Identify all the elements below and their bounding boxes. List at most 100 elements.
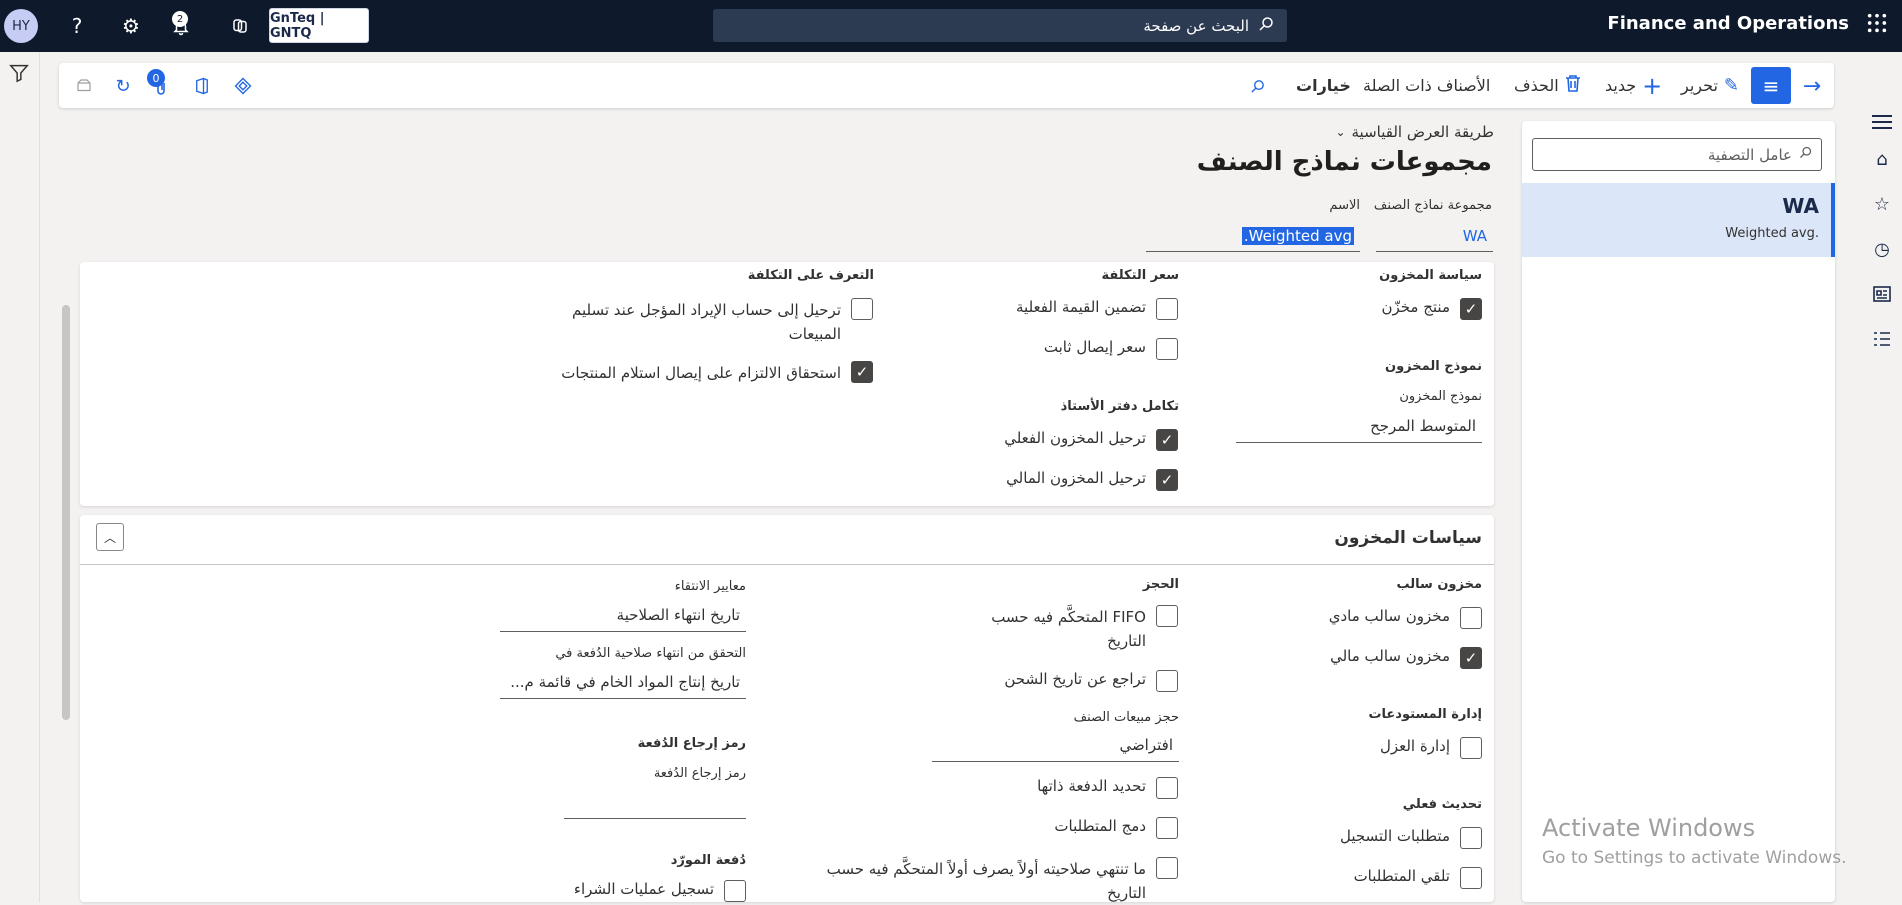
quarantine-checkbox[interactable] <box>1460 737 1482 759</box>
home-icon[interactable]: ⌂ <box>1867 144 1897 174</box>
batch-expiry-check-label: التحقق من انتهاء صلاحية الدُفعة في <box>555 646 746 661</box>
post-deferred-checkbox[interactable] <box>851 298 873 320</box>
modules-list-icon[interactable] <box>1867 324 1897 354</box>
notification-count-badge: 2 <box>172 11 188 27</box>
post-physical-row[interactable]: ✓ ترحيل المخزون الفعلي <box>1004 429 1178 451</box>
new-button[interactable]: جديد + <box>1605 63 1662 108</box>
delete-label: الحذف <box>1514 76 1559 95</box>
collapse-section-button[interactable]: ︿ <box>96 523 124 551</box>
neg-physical-checkbox[interactable] <box>1460 607 1482 629</box>
fifo-date-row[interactable]: FIFO المتحكَّم فيه حسب التاريخ <box>968 605 1178 653</box>
edit-button[interactable]: تحرير ✎ <box>1681 63 1739 108</box>
section-divider <box>80 564 1494 565</box>
registration-req-checkbox[interactable] <box>1460 827 1482 849</box>
user-avatar[interactable]: HY <box>4 9 38 43</box>
arrow-right-icon[interactable]: → <box>1797 71 1827 101</box>
merge-req-checkbox[interactable] <box>1156 817 1178 839</box>
hamburger-icon[interactable] <box>1867 107 1897 137</box>
registration-req-row[interactable]: متطلبات التسجيل <box>1340 827 1482 849</box>
inventory-model-label: نموذج المخزون <box>1399 389 1482 404</box>
neg-physical-row[interactable]: مخزون سالب مادي <box>1329 607 1482 629</box>
stocked-product-row[interactable]: ✓ منتج مخزّن <box>1381 298 1482 320</box>
post-physical-label: ترحيل المخزون الفعلي <box>1004 429 1146 447</box>
fifo-date-checkbox[interactable] <box>1156 605 1178 627</box>
fixed-receipt-row[interactable]: سعر إيصال ثابت <box>1044 338 1178 360</box>
accrue-liability-checkbox[interactable]: ✓ <box>851 361 873 383</box>
related-items-button[interactable]: الأصناف ذات الصلة <box>1363 63 1490 108</box>
fixed-receipt-checkbox[interactable] <box>1156 338 1178 360</box>
action-search-icon[interactable] <box>1242 71 1272 101</box>
help-icon[interactable]: ? <box>62 11 92 41</box>
copilot-icon[interactable] <box>225 11 255 41</box>
clock-icon[interactable]: ◷ <box>1867 234 1897 264</box>
selection-criteria-field[interactable]: تاريخ انتهاء الصلاحية <box>500 602 746 632</box>
list-item[interactable]: WA Weighted avg. <box>1522 183 1835 257</box>
options-tab[interactable]: خيارات <box>1296 63 1351 108</box>
delete-button[interactable]: الحذف <box>1514 63 1581 108</box>
merge-req-row[interactable]: دمج المتطلبات <box>1054 817 1178 839</box>
page-search-input[interactable]: البحث عن صفحة <box>713 9 1287 42</box>
include-physical-row[interactable]: تضمين القيمة الفعلية <box>1016 298 1178 320</box>
cost-recognition-heading: التعرف على التكلفة <box>747 268 874 283</box>
registration-req-label: متطلبات التسجيل <box>1339 827 1450 845</box>
view-label: طريقة العرض القياسية <box>1351 123 1495 141</box>
power-apps-icon[interactable] <box>228 71 258 101</box>
receiving-req-checkbox[interactable] <box>1460 867 1482 889</box>
neg-financial-checkbox[interactable]: ✓ <box>1460 647 1482 669</box>
waffle-icon[interactable] <box>1866 12 1888 40</box>
post-deferred-row[interactable]: ترحيل إلى حساب الإيراد المؤجل عند تسليم … <box>553 298 873 346</box>
filter-icon[interactable] <box>8 62 30 88</box>
activation-watermark-text: Go to Settings to activate Windows. <box>1542 848 1847 868</box>
inventory-model-field[interactable]: المتوسط المرجح <box>1236 413 1482 443</box>
sales-reservation-field[interactable]: افتراضي <box>932 732 1179 762</box>
activation-watermark-title: Activate Windows <box>1542 814 1756 842</box>
workspace-icon[interactable] <box>1867 279 1897 309</box>
group-field[interactable]: WA <box>1376 223 1493 252</box>
receiving-req-row[interactable]: تلقي المتطلبات <box>1354 867 1482 889</box>
include-physical-checkbox[interactable] <box>1156 298 1178 320</box>
chevron-down-icon: ⌄ <box>1335 125 1346 139</box>
accrue-liability-row[interactable]: ✓ استحقاق الالتزام على إيصال استلام المن… <box>553 361 873 385</box>
neg-financial-row[interactable]: ✓ مخزون سالب مالي <box>1330 647 1482 669</box>
show-list-button[interactable]: ≡ <box>1751 67 1791 104</box>
settings-icon[interactable]: ⚙ <box>116 11 146 41</box>
backward-ship-label: تراجع عن تاريخ الشحن <box>1004 670 1146 688</box>
post-financial-checkbox[interactable]: ✓ <box>1156 469 1178 491</box>
list-item-name: Weighted avg. <box>1725 226 1819 241</box>
physical-update-heading: تحديث فعلي <box>1402 797 1482 812</box>
inventory-policies-card <box>80 515 1494 902</box>
backward-ship-checkbox[interactable] <box>1156 670 1178 692</box>
name-field[interactable]: Weighted avg. <box>1146 223 1360 252</box>
office-icon[interactable] <box>187 71 217 101</box>
company-selector[interactable]: GnTeq | GNTQ <box>269 8 369 43</box>
list-filter-input[interactable]: عامل التصفية <box>1532 138 1822 171</box>
accrue-liability-label: استحقاق الالتزام على إيصال استلام المنتج… <box>561 364 841 382</box>
form-scrollbar[interactable] <box>62 305 70 720</box>
star-icon[interactable]: ☆ <box>1867 189 1897 219</box>
view-selector[interactable]: طريقة العرض القياسية ⌄ <box>1335 123 1494 141</box>
ledger-integration-heading: تكامل دفتر الأستاذ <box>1060 399 1179 414</box>
quarantine-row[interactable]: إدارة العزل <box>1380 737 1482 759</box>
batch-expiry-check-value: تاريخ إنتاج المواد الخام في قائمة م... <box>510 673 740 691</box>
app-title[interactable]: Finance and Operations <box>1607 13 1849 34</box>
batch-expiry-check-field[interactable]: تاريخ إنتاج المواد الخام في قائمة م... <box>500 669 746 699</box>
backward-ship-row[interactable]: تراجع عن تاريخ الشحن <box>1004 670 1178 692</box>
reservation-heading: الحجز <box>1142 577 1179 592</box>
batch-self-checkbox[interactable] <box>1156 777 1178 799</box>
fefo-checkbox[interactable] <box>1156 857 1178 879</box>
merge-req-label: دمج المتطلبات <box>1054 817 1146 835</box>
remove-icon[interactable] <box>69 71 99 101</box>
batch-recall-field[interactable] <box>564 789 746 819</box>
purchase-reg-row[interactable]: تسجيل عمليات الشراء <box>574 880 746 902</box>
stocked-product-checkbox[interactable]: ✓ <box>1460 298 1482 320</box>
refresh-icon[interactable]: ↻ <box>108 71 138 101</box>
batch-self-row[interactable]: تحديد الدفعة ذاتها <box>1037 777 1178 799</box>
fefo-row[interactable]: ما تنتهي صلاحيته أولاً يصرف أولاً المتحك… <box>818 857 1178 905</box>
post-financial-label: ترحيل المخزون المالي <box>1006 469 1146 487</box>
purchase-reg-checkbox[interactable] <box>724 880 746 902</box>
neg-physical-label: مخزون سالب مادي <box>1328 607 1450 625</box>
stocked-product-label: منتج مخزّن <box>1381 298 1450 316</box>
attachment-count-badge: 0 <box>147 69 165 87</box>
post-financial-row[interactable]: ✓ ترحيل المخزون المالي <box>1006 469 1178 491</box>
post-physical-checkbox[interactable]: ✓ <box>1156 429 1178 451</box>
